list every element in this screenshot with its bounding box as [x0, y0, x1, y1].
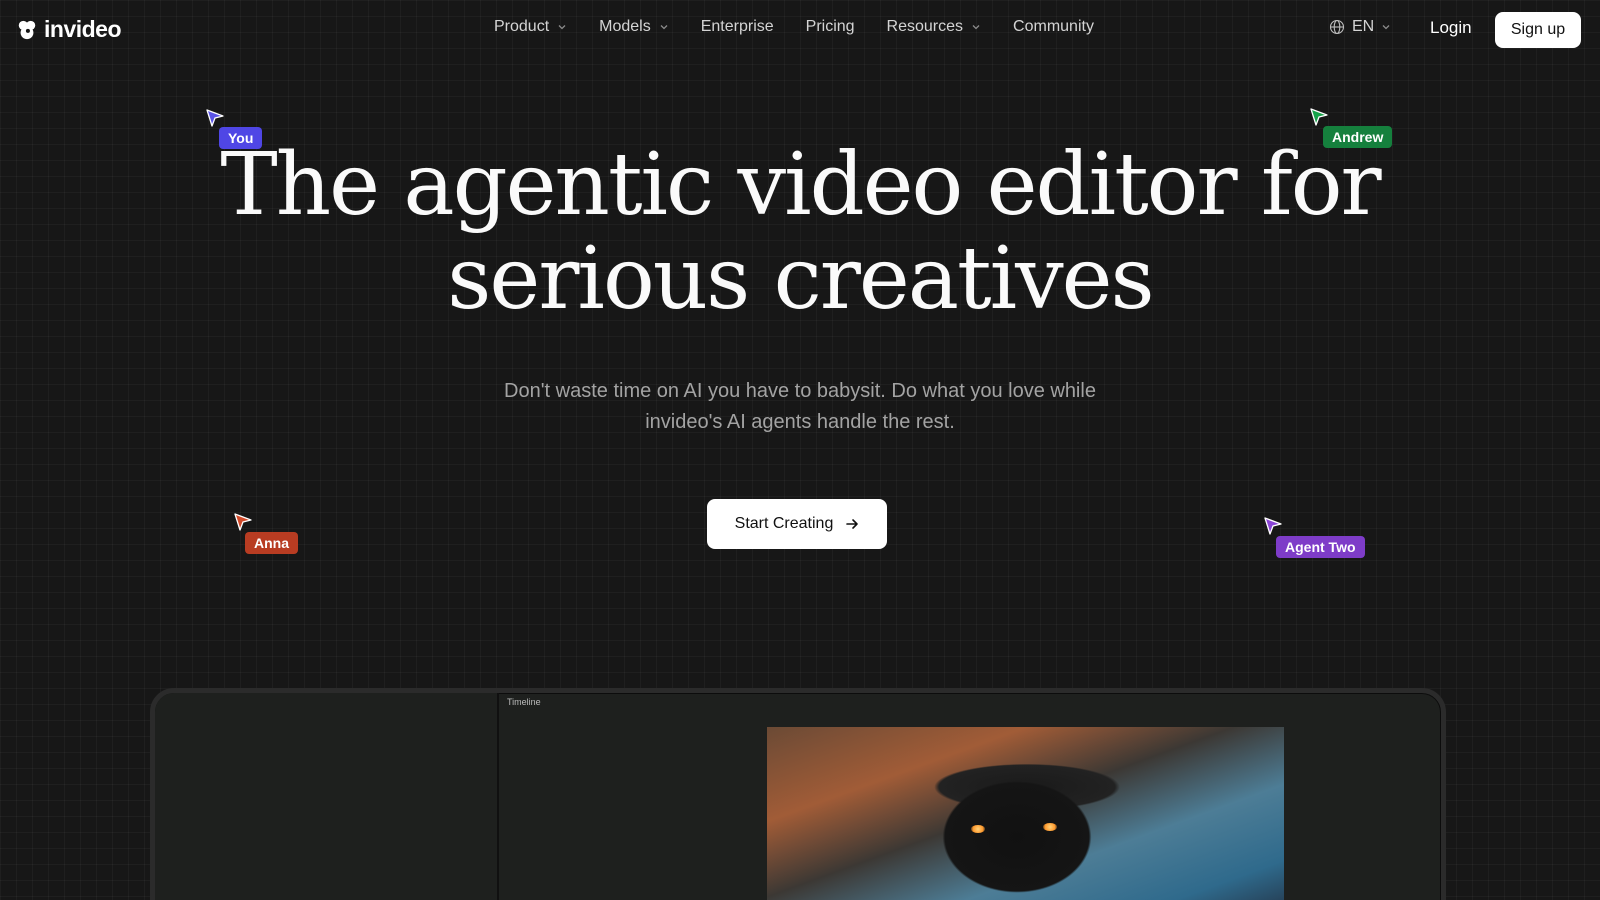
cursor-arrow-icon: [206, 109, 224, 127]
cursor-arrow-icon: [234, 513, 252, 531]
hero-subtitle: Don't waste time on AI you have to babys…: [470, 376, 1130, 438]
nav-pricing-label: Pricing: [805, 18, 855, 35]
cursor-andrew: [1309, 107, 1329, 127]
cursor-anna: [233, 512, 253, 532]
cursor-you: [205, 108, 225, 128]
cursor-agent-two: [1263, 516, 1283, 536]
cursor-label-andrew: Andrew: [1323, 126, 1393, 148]
cursor-label-you: You: [219, 127, 263, 149]
editor-left-panel: [155, 693, 499, 900]
timeline-label: Timeline: [507, 697, 541, 707]
hero-subtitle-line1: Don't waste time on AI you have to babys…: [504, 380, 1096, 402]
top-navigation: invideo Product Models Enterprise Pricin…: [0, 0, 1600, 58]
arrow-right-icon: [846, 519, 859, 529]
cursor-arrow-icon: [1310, 108, 1328, 126]
nav-community-label: Community: [1013, 18, 1094, 35]
preview-glow-right: [1043, 823, 1057, 831]
preview-glow-left: [971, 825, 985, 833]
cursor-label-agent-two: Agent Two: [1276, 536, 1365, 558]
nav-models-label: Models: [599, 18, 651, 35]
language-label: EN: [1352, 18, 1375, 35]
nav-resources[interactable]: Resources: [887, 18, 981, 36]
cursor-arrow-icon: [1264, 517, 1282, 535]
nav-product-label: Product: [494, 18, 550, 35]
nav-product[interactable]: Product: [494, 18, 567, 36]
editor-preview-frame: Timeline: [150, 688, 1446, 900]
chevron-down-icon: [1382, 25, 1390, 30]
hero-title-line2: serious creatives: [447, 229, 1154, 329]
start-creating-label: Start Creating: [734, 515, 834, 532]
chevron-down-icon: [660, 25, 668, 30]
nav-links: Product Models Enterprise Pricing Resour…: [494, 18, 1094, 36]
nav-pricing[interactable]: Pricing: [806, 18, 855, 36]
chevron-down-icon: [972, 25, 980, 30]
chevron-down-icon: [558, 25, 566, 30]
login-link[interactable]: Login: [1430, 18, 1472, 38]
nav-models[interactable]: Models: [599, 18, 669, 36]
brand-logo[interactable]: invideo: [16, 16, 122, 43]
nav-resources-label: Resources: [886, 18, 964, 35]
video-preview[interactable]: [767, 727, 1284, 900]
logo-icon: [18, 20, 36, 39]
signup-button[interactable]: Sign up: [1495, 12, 1581, 48]
language-selector[interactable]: EN: [1329, 18, 1391, 36]
hero-title: The agentic video editor for serious cre…: [0, 138, 1600, 326]
hero-title-line1: The agentic video editor for: [220, 135, 1381, 235]
nav-enterprise-label: Enterprise: [700, 18, 774, 35]
hero-subtitle-line2: invideo's AI agents handle the rest.: [645, 411, 955, 433]
start-creating-button[interactable]: Start Creating: [707, 499, 887, 549]
globe-icon: [1329, 19, 1345, 35]
brand-name: invideo: [44, 16, 122, 42]
nav-enterprise[interactable]: Enterprise: [701, 18, 774, 36]
cursor-label-anna: Anna: [245, 532, 298, 554]
nav-community[interactable]: Community: [1013, 18, 1094, 36]
